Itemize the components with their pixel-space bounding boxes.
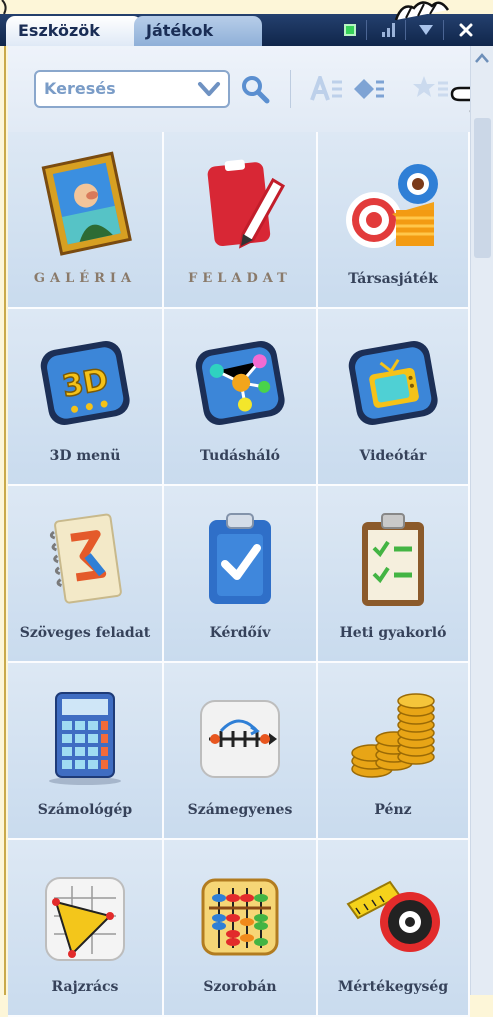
tile-label: Társasjáték: [348, 271, 438, 287]
tile-label: Számológép: [37, 802, 133, 818]
drawing-grid-icon: [45, 877, 125, 961]
tile-galeria[interactable]: GALÉRIA: [8, 132, 164, 309]
tile-szoveges-feladat[interactable]: Szöveges feladat: [8, 486, 164, 663]
task-icon: [207, 159, 286, 249]
tile-label: Tudásháló: [200, 448, 280, 464]
titlebar-divider: [405, 20, 406, 40]
signal-bars-icon[interactable]: [376, 19, 400, 41]
tile-label: Mértékegység: [337, 979, 449, 995]
tile-mertekegyseg[interactable]: Mértékegység: [318, 840, 470, 1017]
tile-label: Pénz: [374, 802, 412, 818]
scrollbar-thumb[interactable]: [474, 118, 491, 258]
tile-3d-menu[interactable]: 3D 3D menü: [8, 309, 164, 486]
tool-grid: GALÉRIA FELADAT Társasjáték 3D 3D menü T…: [8, 132, 470, 1017]
tab-jatekok[interactable]: Játékok: [134, 16, 262, 46]
gallery-icon: [41, 151, 132, 256]
search-dropdown[interactable]: Keresés: [34, 70, 230, 108]
tile-label: Számegyenes: [187, 802, 293, 818]
board-game-icon: [346, 164, 438, 248]
green-square-icon[interactable]: [338, 19, 362, 41]
dropdown-triangle-icon[interactable]: [414, 19, 438, 41]
soroban-icon: [201, 878, 279, 956]
tile-szoroban[interactable]: Szorobán: [164, 840, 318, 1017]
tile-kerdoiv[interactable]: Kérdőív: [164, 486, 318, 663]
tile-label: Heti gyakorló: [339, 625, 447, 641]
tile-label: GALÉRIA: [33, 271, 137, 286]
chevron-down-icon[interactable]: [196, 77, 222, 101]
close-icon[interactable]: [454, 19, 478, 41]
sort-alpha-icon[interactable]: [310, 76, 344, 102]
weekly-practice-icon: [362, 513, 424, 606]
titlebar-divider: [366, 20, 367, 40]
tile-heti-gyakorlo[interactable]: Heti gyakorló: [318, 486, 470, 663]
money-icon: [351, 693, 435, 778]
tile-label: Videótár: [359, 448, 427, 464]
tile-label: Kérdőív: [209, 625, 271, 641]
tile-label: Szorobán: [203, 979, 277, 995]
number-line-icon: [200, 700, 280, 778]
toolbar: Keresés: [8, 46, 470, 132]
word-problem-icon: [49, 513, 122, 604]
search-input[interactable]: Keresés: [44, 79, 116, 98]
scroll-up-arrow-icon[interactable]: [474, 52, 490, 64]
window-left-edge: [0, 46, 6, 995]
titlebar-divider: [443, 20, 444, 40]
tile-szamegyenes[interactable]: Számegyenes: [164, 663, 318, 840]
tools-window: Eszközök Játékok Keresés GALÉRIA FELADAT…: [0, 0, 493, 1017]
tile-rajzracs[interactable]: Rajzrács: [8, 840, 164, 1017]
tile-label: Rajzrács: [51, 979, 119, 995]
search-icon[interactable]: [240, 74, 270, 104]
tile-penz[interactable]: Pénz: [318, 663, 470, 840]
tile-tarsasjatek[interactable]: Társasjáték: [318, 132, 470, 309]
measuring-tape-icon: [346, 880, 440, 952]
video-library-icon: [348, 340, 438, 425]
tile-tudashalo[interactable]: Tudásháló: [164, 309, 318, 486]
favorites-star-icon[interactable]: [412, 74, 450, 102]
pointer-hand-top-icon: [394, 1, 450, 21]
3d-menu-icon: 3D: [40, 340, 130, 425]
tile-videotar[interactable]: Videótár: [318, 309, 470, 486]
tile-label: Szöveges feladat: [19, 625, 151, 641]
sort-direction-icon[interactable]: [352, 76, 386, 102]
scrollbar[interactable]: [470, 46, 493, 995]
tile-szamologep[interactable]: Számológép: [8, 663, 164, 840]
knowledge-network-icon: [195, 340, 285, 425]
toolbar-divider: [290, 70, 291, 108]
tile-feladat[interactable]: FELADAT: [164, 132, 318, 309]
tab-eszkozok[interactable]: Eszközök: [6, 16, 142, 46]
tile-label: FELADAT: [188, 271, 292, 286]
questionnaire-icon: [209, 513, 271, 604]
tile-label: 3D menü: [49, 448, 121, 464]
calculator-icon: [49, 692, 121, 785]
